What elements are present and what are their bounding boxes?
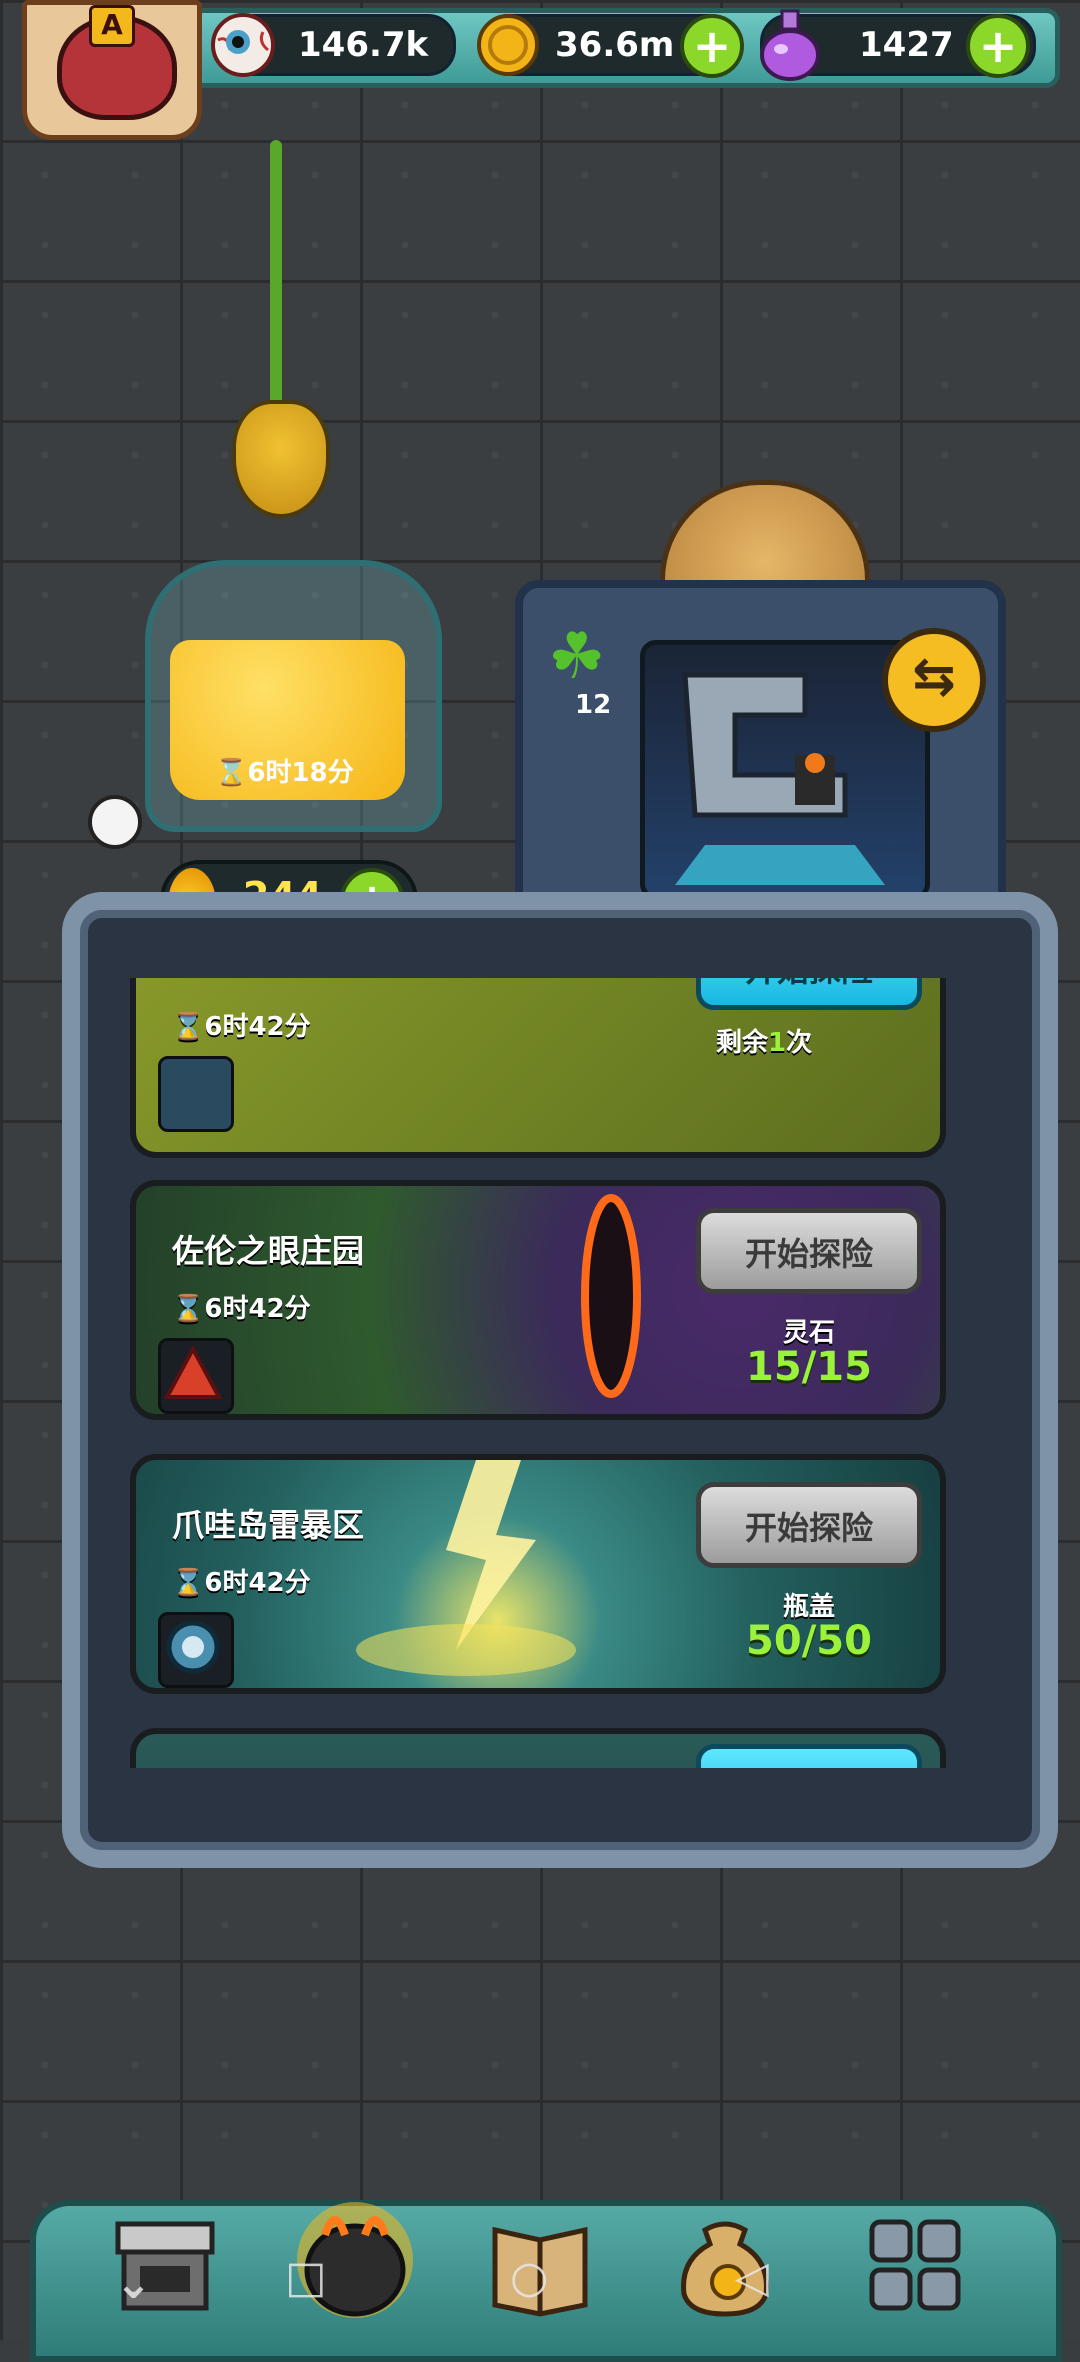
expedition-timer: ⌛6时42分 [172,1568,311,1598]
clover-icon: ☘ [548,620,606,694]
expedition-name: 佐伦之眼庄园 [172,1232,365,1270]
start-expedition-button[interactable] [696,1744,922,1768]
gold-coin-icon [477,14,539,76]
eyeball-icon [211,13,275,77]
start-expedition-button[interactable]: 开始探险 [696,978,922,1010]
system-home-icon[interactable]: ○ [510,2252,548,2303]
jar-timer: ⌛6时18分 [215,758,354,788]
fire-portal-icon [581,1194,641,1398]
grid-menu-icon [869,2219,961,2311]
machine-scene-icon [675,672,885,885]
remaining-attempts: 剩余1次 [716,1028,813,1058]
expedition-card[interactable]: 佐伦之眼庄园 ⌛6时42分 开始探险 灵石 15/15 [130,1180,946,1420]
eyeball-count: 146.7k [298,25,429,65]
clover-count: 12 [575,690,612,720]
add-gold-button[interactable]: + [680,14,744,78]
reward-count: 15/15 [746,1344,872,1390]
add-potion-button[interactable]: + [966,14,1030,78]
gold-count: 36.6m [555,25,675,65]
expedition-name: 爪哇岛雷暴区 [172,1506,365,1544]
loot-drone-icon [158,1056,234,1132]
expedition-card[interactable]: 爪哇岛雷暴区 ⌛6时42分 开始探险 瓶盖 50/50 [130,1454,946,1694]
system-back-icon[interactable]: ◁ [735,2252,769,2303]
system-collapse-icon[interactable]: ⌄ [115,2258,152,2309]
expedition-card[interactable]: 开始探险 ⌛6时42分 剩余1次 [130,978,946,1158]
start-expedition-button[interactable]: 开始探险 [696,1208,922,1294]
expedition-timer: ⌛6时42分 [172,1012,311,1042]
red-crystal-icon [158,1338,234,1414]
expedition-timer: ⌛6时42分 [172,1294,311,1324]
potion-count: 1427 [859,25,954,65]
hanging-vine [270,140,282,440]
potion-icon [760,9,820,81]
vine-bulb-icon[interactable] [232,400,330,518]
lightning-bolt-icon [356,1460,576,1676]
nav-menu[interactable] [860,2210,970,2320]
player-avatar[interactable]: A [22,0,202,140]
system-recents-icon[interactable]: □ [285,2252,327,2303]
eyeball-resource: 146.7k [211,13,456,77]
rank-badge: A [89,5,135,47]
start-expedition-button[interactable]: 开始探险 [696,1482,922,1568]
eyeball-ornament-icon [88,795,142,849]
bottle-cap-icon [158,1612,234,1688]
reward-count: 50/50 [746,1618,872,1664]
swap-button[interactable]: ⇆ [882,628,986,732]
expedition-list[interactable]: 开始探险 ⌛6时42分 剩余1次 佐伦之眼庄园 ⌛6时42分 开始探险 灵石 1… [130,978,950,1768]
expedition-card[interactable] [130,1728,946,1768]
